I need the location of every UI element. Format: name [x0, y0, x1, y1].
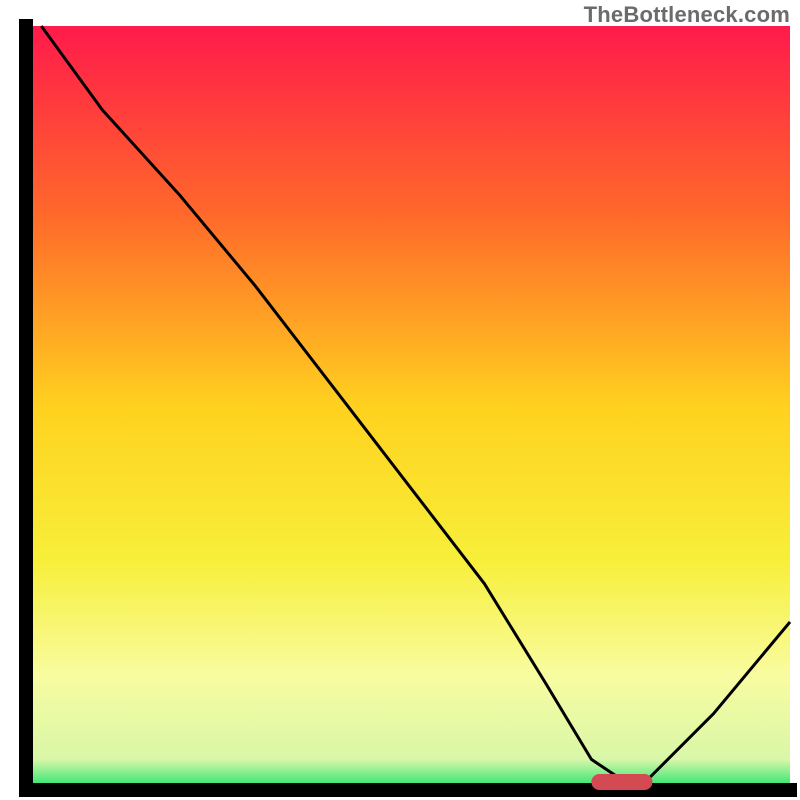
gradient-background	[26, 26, 790, 790]
chart-container: TheBottleneck.com	[0, 0, 800, 800]
bottleneck-chart	[0, 0, 800, 800]
optimal-range-marker	[591, 774, 652, 790]
watermark-label: TheBottleneck.com	[584, 2, 790, 28]
plot-area	[26, 26, 790, 790]
